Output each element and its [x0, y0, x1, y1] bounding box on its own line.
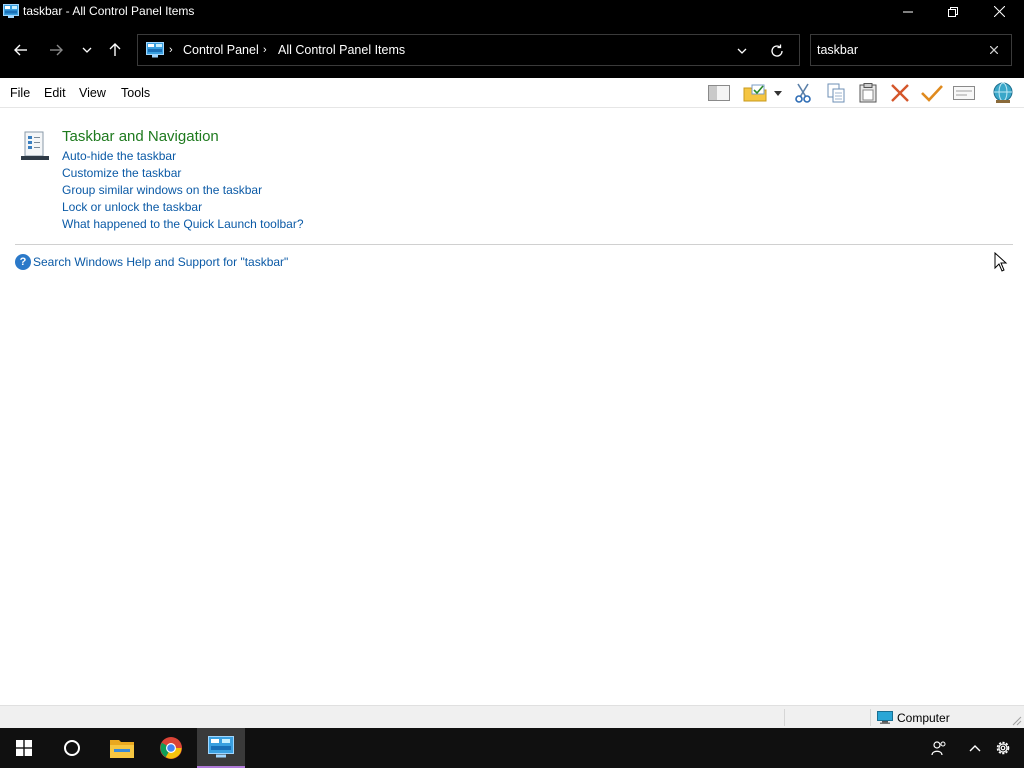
close-button[interactable]: [976, 0, 1022, 23]
search-input[interactable]: taskbar: [810, 34, 1012, 66]
task-link-group-windows[interactable]: Group similar windows on the taskbar: [62, 183, 262, 197]
status-divider: [784, 709, 785, 726]
help-icon: ?: [15, 254, 31, 270]
task-link-auto-hide[interactable]: Auto-hide the taskbar: [62, 149, 176, 163]
chevron-up-icon: [969, 745, 981, 752]
cut-icon: [795, 83, 811, 103]
delete-icon: [891, 84, 909, 102]
navigation-bar: › Control Panel › All Control Panel Item…: [0, 23, 1024, 78]
close-icon: [990, 46, 998, 54]
apply-check-icon: [921, 85, 943, 102]
minimize-icon: [903, 11, 913, 12]
settings-gear-icon: [996, 741, 1010, 755]
resize-grip-icon[interactable]: [1012, 716, 1022, 726]
task-link-customize[interactable]: Customize the taskbar: [62, 166, 181, 180]
people-icon: [931, 741, 946, 756]
show-hidden-icons-button[interactable]: [960, 728, 990, 768]
breadcrumb-separator-icon[interactable]: ›: [263, 44, 267, 56]
file-explorer-icon: [110, 740, 134, 758]
delete-button[interactable]: [887, 81, 913, 105]
divider: [15, 244, 1013, 245]
arrow-right-icon: [50, 44, 63, 56]
computer-icon: [877, 711, 893, 724]
breadcrumb-separator-icon: ›: [169, 44, 173, 56]
up-button[interactable]: [102, 37, 128, 63]
folder-options-button[interactable]: [742, 81, 768, 105]
apply-button[interactable]: [919, 81, 945, 105]
cortana-button[interactable]: [48, 728, 96, 768]
menu-file[interactable]: File: [10, 86, 30, 100]
mouse-pointer-icon: [994, 252, 1008, 272]
back-button[interactable]: [8, 37, 34, 63]
menu-bar: File Edit View Tools: [0, 78, 1024, 108]
cortana-circle-icon: [64, 740, 80, 756]
menu-edit[interactable]: Edit: [44, 86, 66, 100]
menu-view[interactable]: View: [79, 86, 106, 100]
chrome-button[interactable]: [147, 728, 195, 768]
copy-button[interactable]: [823, 81, 849, 105]
restore-icon: [948, 6, 958, 17]
taskbar-navigation-icon: [21, 131, 49, 160]
refresh-button[interactable]: [768, 43, 786, 59]
window-title: taskbar - All Control Panel Items: [23, 4, 195, 18]
search-input-value[interactable]: taskbar: [817, 43, 858, 57]
windows-start-icon: [16, 740, 32, 756]
close-icon: [993, 6, 1005, 17]
status-bar: Computer: [0, 705, 1024, 728]
forward-button[interactable]: [43, 37, 69, 63]
properties-button[interactable]: [951, 81, 977, 105]
clear-search-button[interactable]: [987, 43, 1001, 57]
layout-pane-button[interactable]: [706, 81, 732, 105]
status-divider: [870, 709, 871, 726]
chevron-down-icon: [82, 47, 92, 53]
arrow-left-icon: [14, 44, 27, 56]
status-location: Computer: [897, 711, 950, 725]
control-panel-taskbar-button[interactable]: [197, 728, 245, 768]
minimize-button[interactable]: [885, 0, 931, 23]
title-bar: taskbar - All Control Panel Items: [0, 0, 1024, 23]
chevron-down-icon: [774, 90, 782, 96]
chevron-down-icon: [737, 48, 747, 54]
properties-icon: [953, 86, 975, 100]
copy-icon: [827, 83, 845, 103]
internet-options-button[interactable]: [990, 81, 1016, 105]
settings-button[interactable]: [988, 728, 1018, 768]
restore-button[interactable]: [930, 0, 976, 23]
control-panel-icon: [146, 42, 164, 58]
layout-pane-icon: [708, 85, 730, 101]
breadcrumb-all-items[interactable]: All Control Panel Items: [278, 43, 405, 57]
refresh-icon: [771, 44, 783, 57]
taskbar: [0, 728, 1024, 768]
recent-locations-button[interactable]: [74, 37, 100, 63]
results-pane: Taskbar and Navigation Auto-hide the tas…: [0, 108, 1024, 705]
help-search-link[interactable]: Search Windows Help and Support for "tas…: [33, 255, 288, 269]
task-link-lock-taskbar[interactable]: Lock or unlock the taskbar: [62, 200, 202, 214]
paste-button[interactable]: [855, 81, 881, 105]
folder-options-dropdown[interactable]: [770, 81, 786, 105]
task-link-quick-launch[interactable]: What happened to the Quick Launch toolba…: [62, 217, 304, 231]
arrow-up-icon: [109, 43, 121, 56]
globe-icon: [993, 82, 1013, 103]
breadcrumb-control-panel[interactable]: Control Panel: [183, 43, 259, 57]
address-bar[interactable]: › Control Panel › All Control Panel Item…: [137, 34, 800, 66]
menu-tools[interactable]: Tools: [121, 86, 150, 100]
control-panel-icon: [208, 736, 234, 758]
chrome-icon: [160, 737, 182, 759]
cut-button[interactable]: [790, 81, 816, 105]
folder-check-icon: [743, 84, 767, 102]
category-title[interactable]: Taskbar and Navigation: [62, 128, 219, 145]
people-button[interactable]: [924, 728, 954, 768]
paste-icon: [859, 83, 877, 103]
control-panel-icon: [3, 4, 19, 18]
file-explorer-button[interactable]: [98, 728, 146, 768]
address-history-button[interactable]: [733, 43, 751, 59]
start-button[interactable]: [0, 728, 48, 768]
